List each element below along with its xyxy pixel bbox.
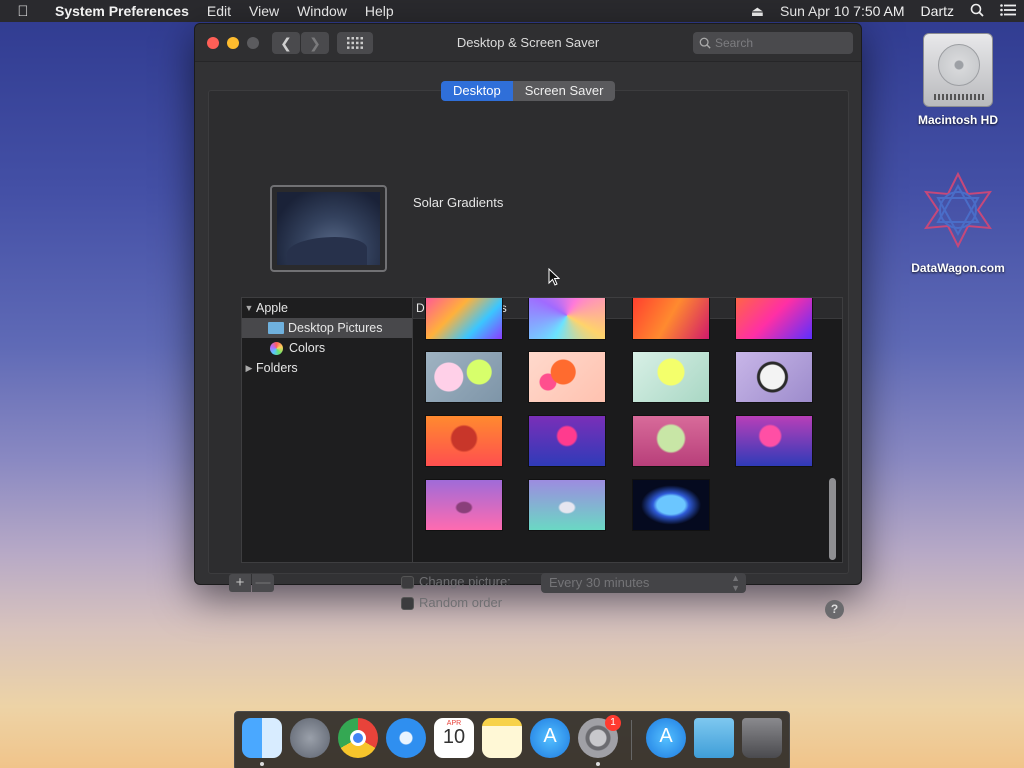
grid-scrollbar[interactable] [829, 478, 836, 560]
notes-icon[interactable] [482, 718, 522, 758]
launchpad-icon[interactable] [290, 718, 330, 758]
source-group-folders[interactable]: ▶ Folders [242, 358, 412, 378]
wallpaper-thumbnail[interactable] [425, 298, 503, 340]
notification-center-icon[interactable] [992, 3, 1024, 19]
source-item-desktop-pictures[interactable]: Desktop Pictures [242, 318, 412, 338]
search-field[interactable] [693, 32, 853, 54]
chevron-right-icon: ❯ [309, 34, 321, 51]
wallpaper-thumbnail[interactable] [735, 415, 813, 467]
up-down-chevron-icon: ▲ ▼ [731, 573, 740, 593]
forward-button[interactable]: ❯ [301, 32, 329, 54]
finder-icon[interactable] [242, 718, 282, 758]
calendar-icon[interactable]: APR 10 [434, 718, 474, 758]
picture-grid: Desktop Pictures [413, 297, 843, 563]
safari-icon[interactable] [386, 718, 426, 758]
menu-help[interactable]: Help [356, 3, 403, 19]
wallpaper-thumbnail[interactable] [632, 298, 710, 340]
menu-clock[interactable]: Sun Apr 10 7:50 AM [772, 3, 913, 19]
wallpaper-preview-image [277, 192, 380, 265]
color-wheel-icon [270, 341, 283, 355]
source-group-apple[interactable]: ▼ Apple [242, 298, 412, 318]
calendar-day: 10 [442, 726, 466, 748]
system-preferences-window: ❮ ❯ Desktop & Screen Saver Desktop Scree… [194, 23, 862, 619]
running-indicator [260, 762, 264, 766]
show-all-button[interactable] [337, 32, 373, 54]
desktop-icon-label: Macintosh HD [917, 113, 998, 127]
menu-bar:  System Preferences Edit View Window He… [0, 0, 1024, 22]
menu-app-name[interactable]: System Preferences [46, 3, 198, 19]
desktop-icon-macintosh-hd[interactable]: Macintosh HD [903, 33, 1013, 127]
back-button[interactable]: ❮ [272, 32, 300, 54]
wallpaper-thumbnail[interactable] [632, 479, 710, 531]
change-picture-label: Change picture: [419, 574, 511, 589]
dock-separator [631, 720, 632, 760]
add-folder-button[interactable]: + [229, 574, 251, 592]
source-item-label: Desktop Pictures [288, 321, 383, 335]
change-picture-checkbox[interactable] [401, 576, 414, 589]
menu-edit[interactable]: Edit [198, 3, 240, 19]
running-indicator [596, 762, 600, 766]
search-input[interactable] [715, 36, 845, 50]
title-bar[interactable]: ❮ ❯ Desktop & Screen Saver [195, 24, 861, 62]
wallpaper-thumbnail[interactable] [632, 415, 710, 467]
random-order-checkbox[interactable] [401, 597, 414, 610]
wallpaper-thumbnail[interactable] [632, 351, 710, 403]
wallpaper-thumbnail[interactable] [425, 351, 503, 403]
desktop-icon-label: DataWagon.com [911, 261, 1005, 275]
apple-menu-icon[interactable]:  [0, 3, 46, 20]
chrome-icon[interactable] [338, 718, 378, 758]
wallpaper-thumbnail[interactable] [735, 298, 813, 340]
disclosure-open-icon[interactable]: ▼ [242, 298, 256, 318]
source-item-label: Colors [289, 341, 326, 355]
change-interval-select[interactable]: Every 30 minutes ▲ ▼ [541, 573, 746, 593]
wallpaper-thumbnail[interactable] [735, 351, 813, 403]
trash-icon[interactable] [742, 718, 782, 758]
menu-view[interactable]: View [240, 3, 288, 19]
grid-icon [347, 37, 363, 49]
app-store-folder-icon[interactable]: A [646, 718, 686, 758]
source-group-label: Apple [256, 301, 288, 315]
system-preferences-icon[interactable]: 1 [578, 715, 621, 758]
current-picture-name: Solar Gradients [413, 195, 504, 210]
close-button[interactable] [207, 37, 219, 49]
menu-user[interactable]: Dartz [913, 3, 962, 19]
tab-control: Desktop Screen Saver [441, 81, 616, 101]
dock: APR 10 A 1 A [234, 711, 790, 768]
current-picture-preview [270, 185, 387, 272]
wallpaper-thumbnail[interactable] [528, 415, 606, 467]
desktop-icon-datawagon[interactable]: DataWagon.com [903, 170, 1013, 275]
spotlight-search-icon[interactable] [962, 3, 992, 20]
remove-folder-button[interactable]: — [252, 574, 274, 592]
zoom-button[interactable] [247, 37, 259, 49]
disclosure-closed-icon[interactable]: ▶ [242, 358, 256, 378]
wallpaper-thumbnail[interactable] [425, 415, 503, 467]
mouse-cursor-icon [548, 268, 560, 286]
source-list: ▼ Apple Desktop Pictures Colors ▶ Folder… [241, 297, 413, 563]
source-item-colors[interactable]: Colors [242, 338, 412, 358]
wallpaper-thumbnail[interactable] [528, 298, 606, 340]
source-group-label: Folders [256, 361, 298, 375]
search-icon [699, 37, 711, 49]
change-interval-value: Every 30 minutes [549, 575, 650, 590]
tab-desktop[interactable]: Desktop [441, 81, 513, 101]
wallpaper-thumbnail[interactable] [528, 351, 606, 403]
hard-drive-icon [923, 33, 993, 107]
eject-icon[interactable]: ⏏ [743, 3, 772, 20]
datawagon-logo-icon [924, 171, 992, 249]
wallpaper-thumbnail[interactable] [528, 479, 606, 531]
menu-window[interactable]: Window [288, 3, 356, 19]
notification-badge: 1 [605, 715, 621, 731]
chevron-left-icon: ❮ [280, 34, 292, 51]
random-order-label: Random order [419, 595, 503, 610]
tab-screen-saver[interactable]: Screen Saver [512, 81, 616, 101]
folder-icon [268, 322, 284, 334]
wallpaper-thumbnail[interactable] [425, 479, 503, 531]
help-button[interactable]: ? [825, 600, 844, 619]
content-panel: Solar Gradients ▼ Apple Desktop Pictures… [208, 90, 849, 619]
minimize-button[interactable] [227, 37, 239, 49]
downloads-folder-icon[interactable] [694, 718, 734, 758]
app-store-icon[interactable]: A [530, 718, 570, 758]
